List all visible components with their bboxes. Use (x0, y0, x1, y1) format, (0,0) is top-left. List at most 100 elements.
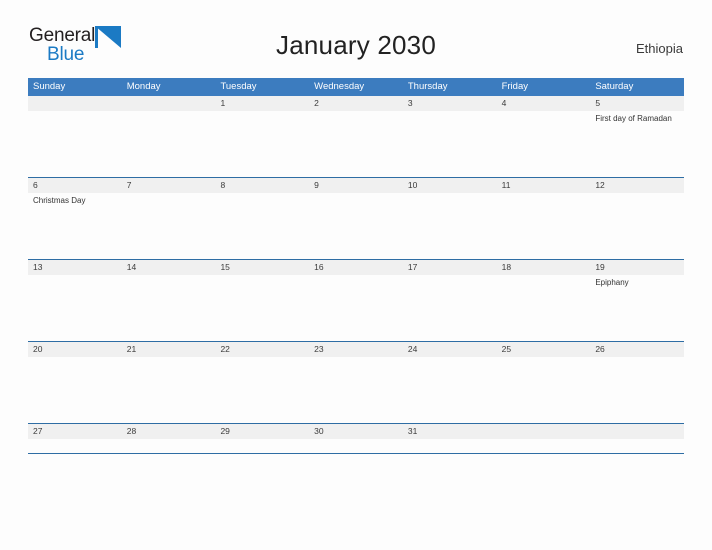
week-row: 20 21 22 23 24 25 26 (28, 341, 685, 423)
day-number-band: 10 (402, 178, 497, 193)
day-events (309, 193, 403, 196)
day-number: 16 (314, 262, 324, 272)
day-number: 5 (595, 98, 601, 108)
day-cell-8[interactable]: 8 (215, 178, 310, 259)
day-events (497, 275, 591, 278)
week-cells: 20 21 22 23 24 25 26 (28, 342, 685, 423)
day-events (309, 111, 403, 114)
day-cell-18[interactable]: 18 (496, 260, 591, 341)
day-events (309, 357, 403, 360)
day-number: 2 (314, 98, 319, 108)
week-cells: 6 Christmas Day 7 8 9 10 11 12 (28, 178, 685, 259)
weekday-header-saturday: Saturday (595, 81, 634, 92)
day-number-band (496, 424, 591, 439)
day-events (309, 439, 403, 442)
day-number-band: 13 (28, 260, 122, 275)
day-events (497, 357, 591, 360)
day-number-band: 29 (215, 424, 310, 439)
day-cell-24[interactable]: 24 (402, 342, 497, 423)
day-cell-9[interactable]: 9 (309, 178, 403, 259)
day-cell-29[interactable]: 29 (215, 424, 310, 453)
day-number: 1 (220, 98, 226, 108)
day-number-band (121, 96, 216, 111)
day-cell-19[interactable]: 19 Epiphany (590, 260, 685, 341)
day-cell-15[interactable]: 15 (215, 260, 310, 341)
day-events (122, 439, 216, 442)
day-cell-28[interactable]: 28 (121, 424, 216, 453)
day-number: 12 (595, 180, 605, 190)
day-cell-1[interactable]: 1 (215, 96, 310, 177)
day-cell-26[interactable]: 26 (590, 342, 685, 423)
day-cell-17[interactable]: 17 (402, 260, 497, 341)
day-number-band: 28 (121, 424, 216, 439)
day-number: 20 (33, 344, 43, 354)
day-cell-27[interactable]: 27 (28, 424, 122, 453)
day-cell-22[interactable]: 22 (215, 342, 310, 423)
day-cell-4[interactable]: 4 (496, 96, 591, 177)
day-number-band: 16 (309, 260, 403, 275)
day-cell-30[interactable]: 30 (309, 424, 403, 453)
day-number-band: 2 (309, 96, 403, 111)
day-events (28, 275, 122, 278)
day-number: 6 (33, 180, 38, 190)
day-cell-14[interactable]: 14 (121, 260, 216, 341)
day-events (28, 357, 122, 360)
week-cells: 13 14 15 16 17 18 19 Epiphany (28, 260, 685, 341)
day-events: Epiphany (590, 275, 684, 289)
holiday-event: Christmas Day (33, 196, 86, 205)
day-cell-5[interactable]: 5 First day of Ramadan (590, 96, 685, 177)
week-cells: 27 28 29 30 31 (28, 424, 685, 453)
day-cell-21[interactable]: 21 (121, 342, 216, 423)
day-number: 28 (126, 426, 137, 436)
day-events (122, 111, 216, 114)
week-row: 13 14 15 16 17 18 19 Epiphany (28, 259, 685, 341)
day-events (122, 275, 216, 278)
day-cell-31[interactable]: 31 (402, 424, 497, 453)
day-events (309, 275, 403, 278)
day-cell-3[interactable]: 3 (402, 96, 497, 177)
calendar-grid: Sunday Monday Tuesday Wednesday Thursday Frid… (28, 78, 685, 454)
day-number-band: 25 (496, 342, 591, 357)
day-number-band: 7 (121, 178, 216, 193)
day-events (215, 275, 309, 278)
day-number: 3 (407, 98, 413, 108)
day-cell-2[interactable]: 2 (309, 96, 403, 177)
week-row: 27 28 29 30 31 (28, 423, 685, 453)
day-number: 18 (501, 262, 512, 272)
day-events (215, 439, 309, 442)
day-number: 10 (407, 180, 418, 190)
weekday-header-row: Sunday Monday Tuesday Wednesday Thursday Frid… (28, 78, 684, 96)
day-cell-20[interactable]: 20 (28, 342, 122, 423)
weekday-header-friday: Friday (501, 81, 528, 92)
day-cell-10[interactable]: 10 (402, 178, 497, 259)
calendar-page: General Blue January 2030 Ethiopia Sunda… (0, 0, 712, 550)
day-events: Christmas Day (28, 193, 122, 207)
day-cell-25[interactable]: 25 (496, 342, 591, 423)
day-cell-6[interactable]: 6 Christmas Day (28, 178, 122, 259)
day-number-band: 18 (496, 260, 591, 275)
day-cell-16[interactable]: 16 (309, 260, 403, 341)
day-number: 4 (501, 98, 507, 108)
day-cell-11[interactable]: 11 (496, 178, 591, 259)
day-events (28, 439, 122, 442)
day-number-band: 15 (215, 260, 310, 275)
day-events (403, 193, 497, 196)
day-number-band: 5 (590, 96, 685, 111)
day-cell-12[interactable]: 12 (590, 178, 685, 259)
day-number-band: 14 (121, 260, 216, 275)
day-events (403, 111, 497, 114)
weekday-header-sunday: Sunday (33, 81, 66, 92)
day-number-band: 21 (121, 342, 216, 357)
day-number: 11 (501, 180, 511, 190)
day-events (122, 193, 216, 196)
page-header: General Blue January 2030 Ethiopia (0, 0, 712, 65)
day-cell-7[interactable]: 7 (121, 178, 216, 259)
day-number: 17 (407, 262, 418, 272)
day-cell-13[interactable]: 13 (28, 260, 122, 341)
holiday-event: First day of Ramadan (595, 114, 672, 123)
day-cell-23[interactable]: 23 (309, 342, 403, 423)
day-events (28, 111, 122, 114)
weekday-header-monday: Monday (126, 81, 161, 92)
day-events (497, 439, 591, 442)
day-number: 25 (501, 344, 512, 354)
